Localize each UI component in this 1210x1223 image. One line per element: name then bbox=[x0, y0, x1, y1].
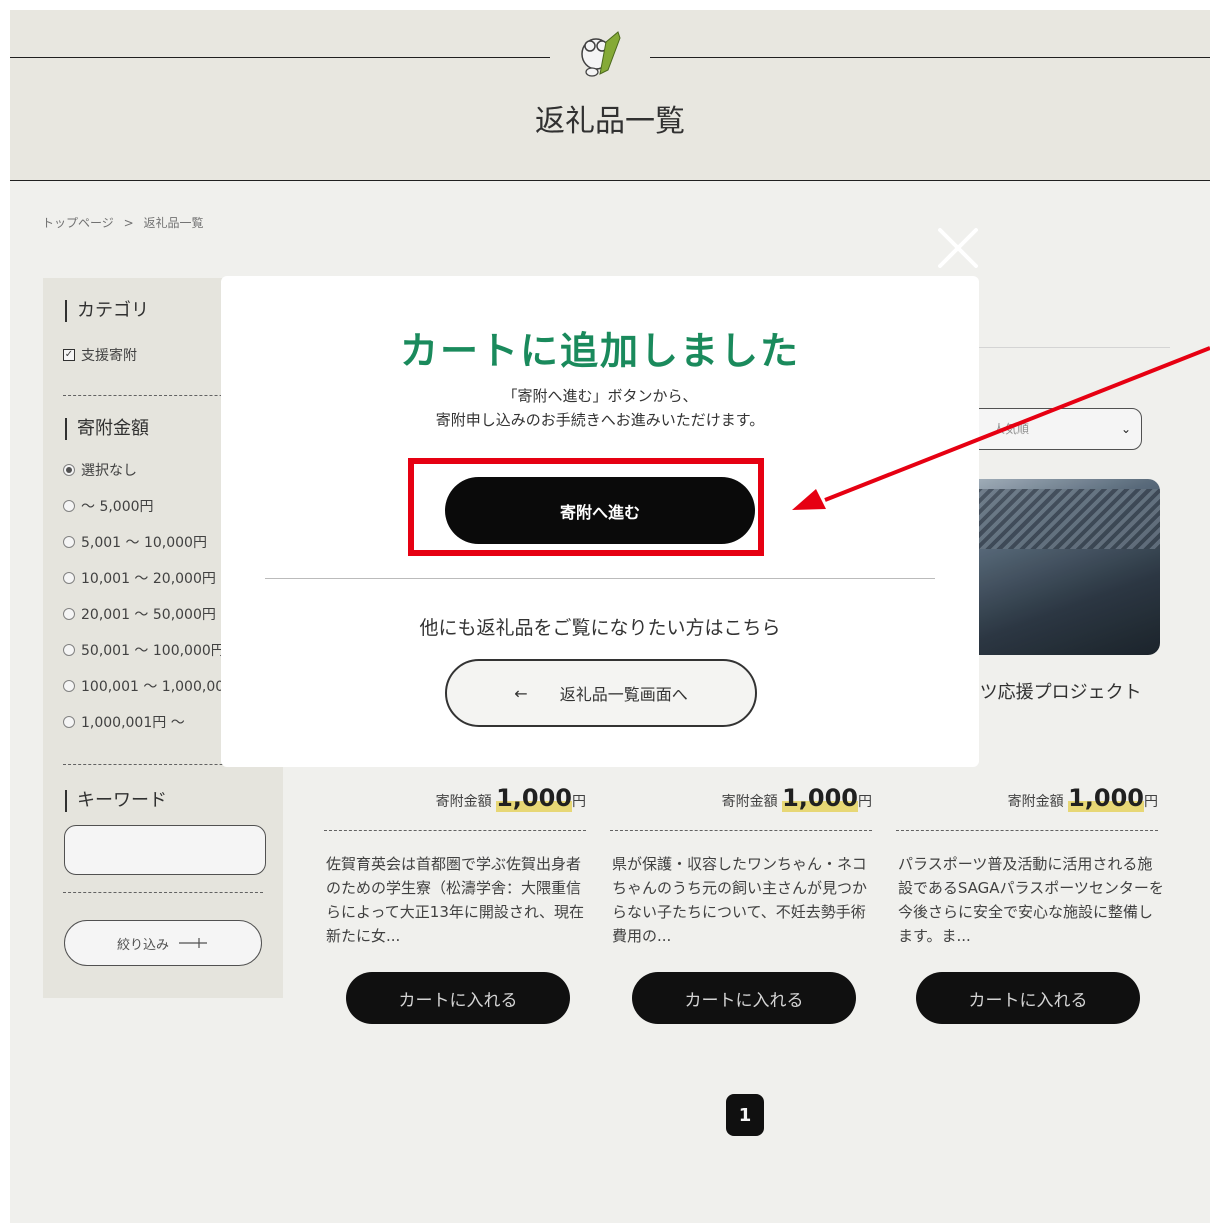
cart-added-modal: カートに追加しました 「寄附へ進む」ボタンから、 寄附申し込みのお手続きへお進み… bbox=[221, 276, 979, 767]
back-to-list-button[interactable]: ← 返礼品一覧画面へ bbox=[445, 659, 757, 727]
page: 返礼品一覧 トップページ > 返礼品一覧 カテゴリ ✓ 支援寄附 寄附金額 選択… bbox=[10, 10, 1210, 1223]
modal-message: 「寄附へ進む」ボタンから、 寄附申し込みのお手続きへお進みいただけます。 bbox=[221, 384, 979, 432]
modal-divider bbox=[265, 578, 935, 579]
modal-title: カートに追加しました bbox=[399, 329, 800, 373]
modal-other-text: 他にも返礼品をご覧になりたい方はこちら bbox=[419, 617, 781, 639]
modal-message-line: 寄附申し込みのお手続きへお進みいただけます。 bbox=[435, 411, 765, 429]
close-icon[interactable] bbox=[928, 218, 988, 278]
arrow-left-icon: ← bbox=[514, 683, 528, 703]
modal-message-line: 「寄附へ進む」ボタンから、 bbox=[502, 387, 698, 405]
back-to-list-label: 返礼品一覧画面へ bbox=[559, 685, 688, 704]
highlight-box bbox=[408, 458, 764, 556]
